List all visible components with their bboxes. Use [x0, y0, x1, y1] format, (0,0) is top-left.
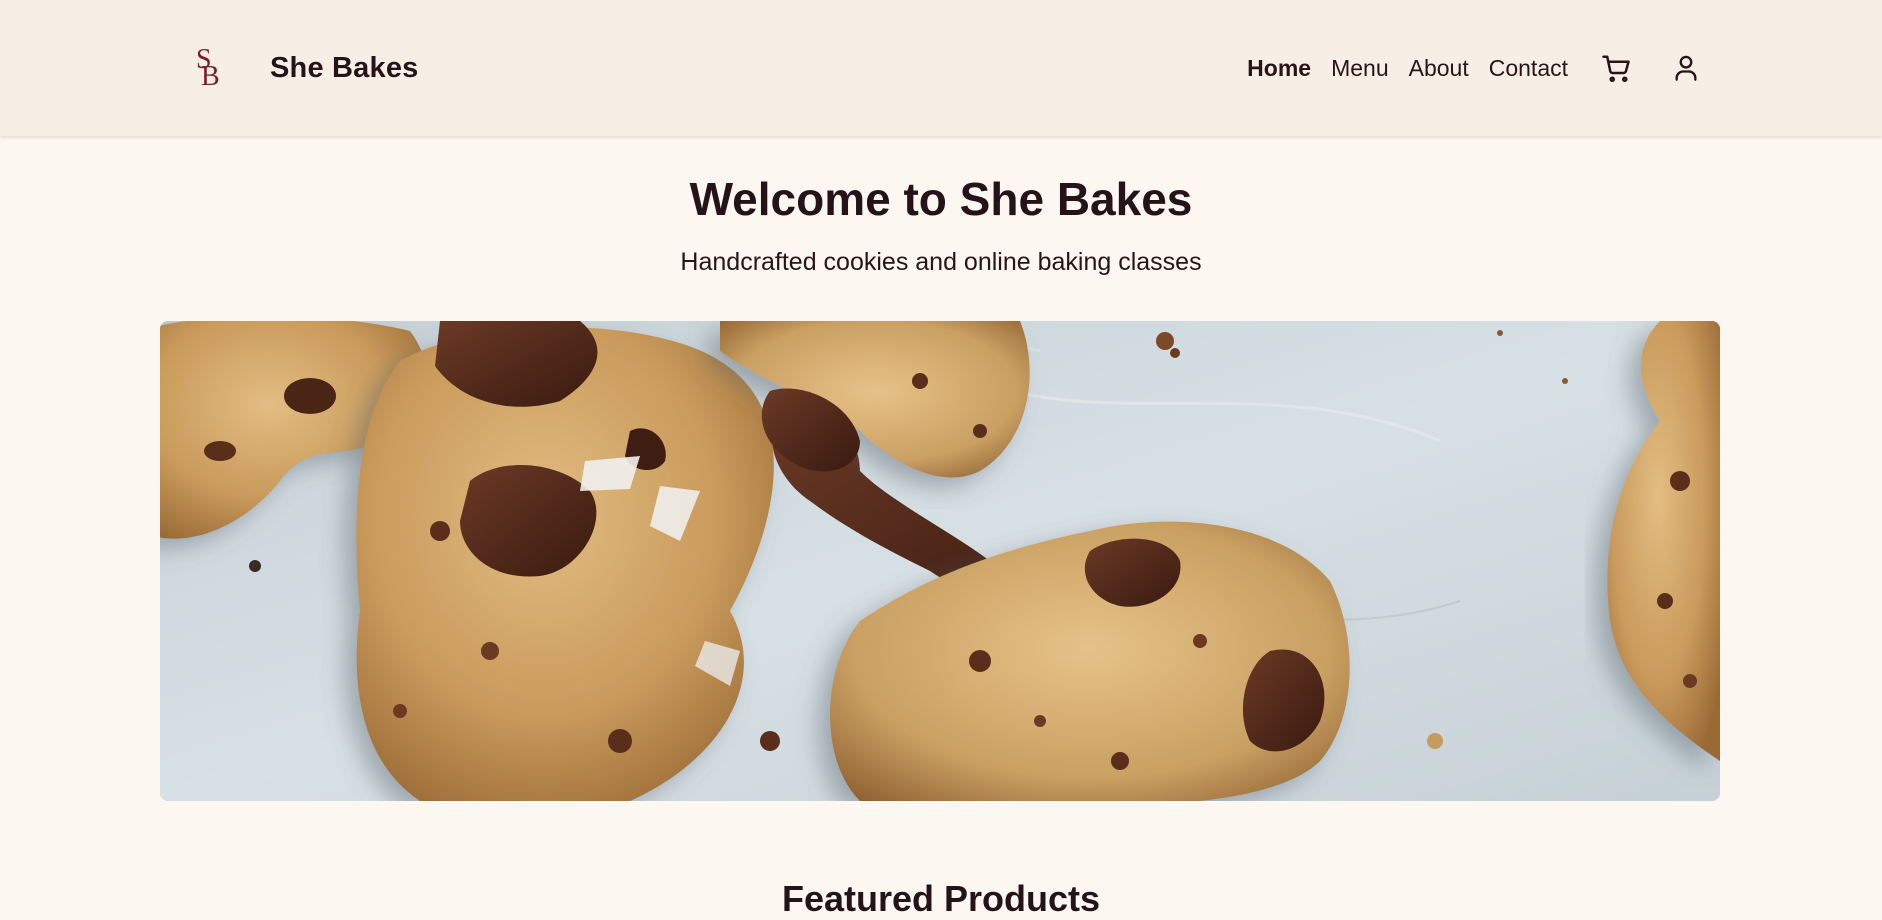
hero-image	[160, 321, 1720, 801]
cookie-photo-illustration	[160, 321, 1720, 801]
nav-link-about[interactable]: About	[1409, 55, 1469, 82]
site-header: S B She Bakes Home Menu About Contact	[0, 0, 1882, 136]
logo-letter-b: B	[201, 61, 220, 92]
featured-products-title: Featured Products	[781, 878, 1101, 919]
main-nav: Home Menu About Contact	[1227, 0, 1706, 136]
cart-icon[interactable]	[1596, 48, 1636, 88]
nav-link-menu[interactable]: Menu	[1331, 55, 1389, 82]
brand-name[interactable]: She Bakes	[270, 52, 419, 85]
hero-subtitle: Handcrafted cookies and online baking cl…	[680, 248, 1202, 276]
hero-title: Welcome to She Bakes	[689, 173, 1193, 225]
user-icon[interactable]	[1666, 48, 1706, 88]
brand[interactable]: S B She Bakes	[190, 0, 419, 136]
nav-link-home[interactable]: Home	[1247, 55, 1311, 82]
logo-icon[interactable]: S B	[190, 46, 230, 92]
nav-link-contact[interactable]: Contact	[1489, 55, 1568, 82]
